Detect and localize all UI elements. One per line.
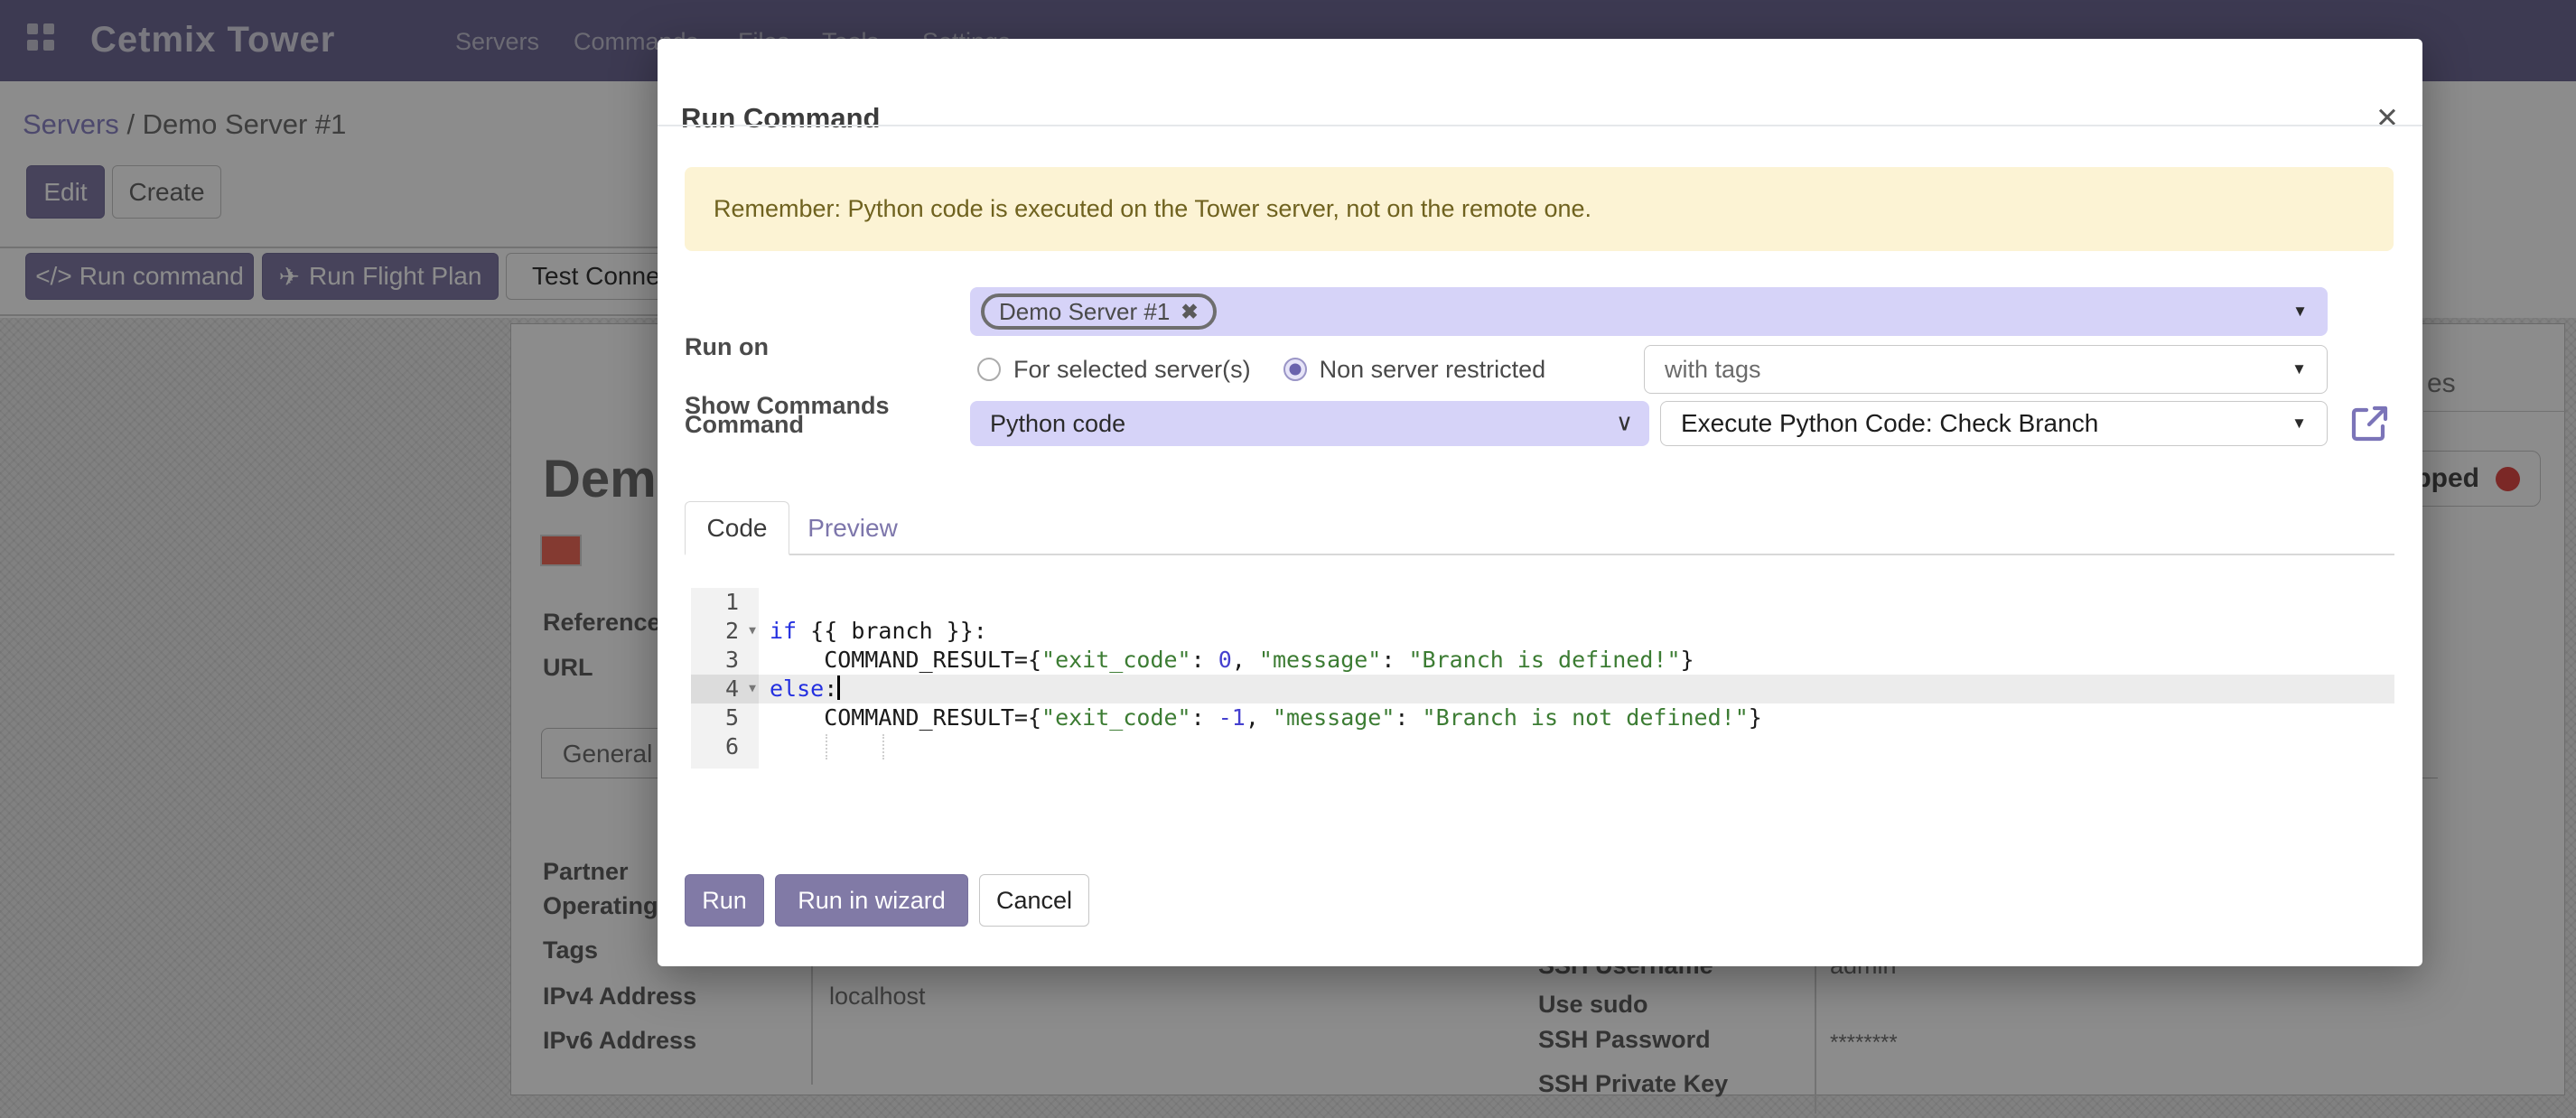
code-token: -1 (1218, 704, 1246, 731)
cancel-button[interactable]: Cancel (979, 874, 1089, 927)
code-token: : (1191, 647, 1218, 673)
code-token: "exit_code" (1041, 647, 1191, 673)
dropdown-caret-icon: ▼ (2291, 415, 2307, 433)
code-token: , (1246, 704, 1273, 731)
code-line[interactable]: else: (759, 675, 2394, 703)
code-token: } (1681, 647, 1694, 673)
run-button[interactable]: Run (685, 874, 764, 927)
gutter-line-number[interactable]: 4▼ (691, 675, 759, 703)
screen: Cetmix Tower Servers Commands Files Tool… (0, 0, 2576, 1118)
command-type-select[interactable]: Python code ∨ (970, 401, 1649, 446)
modal-title: Run Command (681, 102, 880, 135)
code-line[interactable] (759, 732, 2394, 761)
show-commands-radios: For selected server(s) Non server restri… (977, 358, 1545, 381)
fold-caret-icon[interactable]: ▼ (749, 675, 756, 703)
code-token: "Branch is defined!" (1408, 647, 1680, 673)
tag-remove-icon[interactable]: ✖ (1181, 300, 1198, 324)
code-token: if (770, 618, 797, 644)
indent-guide (826, 734, 827, 759)
with-tags-select[interactable]: with tags ▼ (1644, 345, 2328, 394)
code-token: "message" (1273, 704, 1395, 731)
editor-gutter: 12▼34▼56 (691, 588, 759, 769)
code-token: {{ branch }}: (797, 618, 987, 644)
code-token: COMMAND_RESULT={ (770, 647, 1041, 673)
code-line[interactable]: COMMAND_RESULT={"exit_code": -1, "messag… (759, 703, 2394, 732)
code-token: : (1191, 704, 1218, 731)
code-editor[interactable]: 12▼34▼56 if {{ branch }}: COMMAND_RESULT… (691, 588, 2394, 779)
show-commands-label: Show Commands (685, 357, 890, 454)
gutter-line-number[interactable]: 6 (691, 732, 759, 761)
code-token: 0 (1218, 647, 1232, 673)
code-token: : (824, 675, 837, 702)
close-icon[interactable]: ✕ (2375, 104, 2399, 132)
run-command-modal: Run Command ✕ Remember: Python code is e… (658, 39, 2422, 966)
text-cursor (837, 675, 840, 700)
run-in-wizard-button[interactable]: Run in wizard (775, 874, 968, 927)
code-line[interactable]: COMMAND_RESULT={"exit_code": 0, "message… (759, 646, 2394, 675)
code-token: "message" (1259, 647, 1381, 673)
dropdown-caret-icon: ▼ (2292, 303, 2308, 321)
code-token: "exit_code" (1041, 704, 1191, 731)
warning-banner: Remember: Python code is executed on the… (685, 167, 2394, 251)
code-token: , (1232, 647, 1259, 673)
tabbar-border (685, 554, 2394, 555)
code-token: "Branch is not defined!" (1423, 704, 1749, 731)
radio-for-selected-servers[interactable] (977, 358, 1001, 381)
code-token: COMMAND_RESULT={ (770, 704, 1041, 731)
code-line[interactable]: if {{ branch }}: (759, 617, 2394, 646)
external-link-icon[interactable] (2348, 402, 2392, 445)
fold-caret-icon[interactable]: ▼ (749, 617, 756, 646)
tab-preview[interactable]: Preview (789, 501, 916, 555)
gutter-line-number[interactable]: 2▼ (691, 617, 759, 646)
server-tag[interactable]: Demo Server #1 ✖ (981, 293, 1217, 330)
code-line[interactable] (759, 588, 2394, 617)
code-token: : (1395, 704, 1422, 731)
select-chevron-icon: ∨ (1616, 408, 1633, 436)
editor-code-area[interactable]: if {{ branch }}: COMMAND_RESULT={"exit_c… (759, 588, 2394, 769)
code-token: else (770, 675, 824, 702)
indent-guide (882, 734, 884, 759)
gutter-line-number[interactable]: 3 (691, 646, 759, 675)
radio-non-server-restricted[interactable] (1283, 358, 1307, 381)
code-token: } (1749, 704, 1762, 731)
modal-header-divider (658, 125, 2422, 126)
tab-code[interactable]: Code (685, 501, 789, 555)
command-label: Command (685, 411, 804, 439)
dropdown-caret-icon: ▼ (2291, 360, 2307, 378)
command-select[interactable]: Execute Python Code: Check Branch ▼ (1660, 401, 2328, 446)
gutter-line-number[interactable]: 1 (691, 588, 759, 617)
run-on-multiselect[interactable]: Demo Server #1 ✖ ▼ (970, 287, 2328, 336)
gutter-line-number[interactable]: 5 (691, 703, 759, 732)
code-token: : (1381, 647, 1408, 673)
